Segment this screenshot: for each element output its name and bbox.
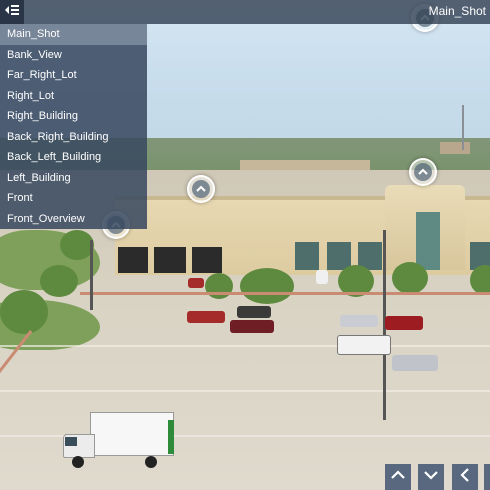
scene-menu-item-right-lot[interactable]: Right_Lot — [0, 86, 147, 107]
scene-menu-item-back-left-building[interactable]: Back_Left_Building — [0, 147, 147, 168]
chevron-left-icon — [459, 467, 471, 488]
top-bar: Main_Shot — [0, 0, 490, 24]
scene-hotspot-right-building[interactable] — [409, 158, 437, 186]
tree — [240, 268, 294, 304]
parked-car — [187, 311, 225, 323]
storefront-awning — [154, 247, 186, 273]
chevron-up-icon — [390, 468, 406, 486]
scene-menu-item-left-building[interactable]: Left_Building — [0, 168, 147, 189]
parked-car — [230, 320, 274, 333]
tree — [392, 262, 428, 294]
chevron-down-icon — [423, 468, 439, 486]
scene-menu-item-front[interactable]: Front — [0, 188, 147, 209]
nav-down-button[interactable] — [418, 464, 444, 490]
box-truck — [60, 412, 174, 468]
scene-hotspot-center[interactable] — [187, 175, 215, 203]
current-scene-title: Main_Shot — [428, 4, 486, 18]
scene-menu-item-right-building[interactable]: Right_Building — [0, 106, 147, 127]
scene-menu-item-bank-view[interactable]: Bank_View — [0, 45, 147, 66]
transmission-tower — [462, 105, 464, 150]
light-pole — [90, 240, 93, 310]
storefront-window — [295, 242, 319, 270]
scene-menu-item-far-right-lot[interactable]: Far_Right_Lot — [0, 65, 147, 86]
tree — [0, 290, 48, 334]
tree — [40, 265, 78, 297]
scene-list-menu: Main_Shot Bank_View Far_Right_Lot Right_… — [0, 24, 147, 229]
tower-window — [416, 212, 440, 270]
parked-car — [237, 306, 271, 318]
parked-car — [188, 278, 204, 288]
parked-car — [385, 316, 423, 330]
parked-car — [316, 270, 328, 284]
curb — [80, 292, 490, 295]
parking-stripe — [0, 390, 490, 392]
tree — [60, 230, 94, 260]
scene-menu-item-back-right-building[interactable]: Back_Right_Building — [0, 127, 147, 148]
parked-car — [340, 315, 378, 327]
distant-building — [440, 142, 470, 154]
chevron-up-icon — [192, 180, 210, 198]
parking-stripe — [0, 345, 490, 347]
scene-menu-item-main-shot[interactable]: Main_Shot — [0, 24, 147, 45]
chevron-up-icon — [414, 163, 432, 181]
parked-car — [337, 335, 391, 355]
menu-toggle-button[interactable] — [0, 0, 24, 24]
parked-car — [392, 355, 438, 371]
storefront-awning — [192, 247, 222, 273]
nav-left-button[interactable] — [452, 464, 478, 490]
nav-up-button[interactable] — [385, 464, 411, 490]
menu-collapse-icon — [4, 3, 20, 22]
tree — [205, 273, 233, 299]
scene-menu-item-front-overview[interactable]: Front_Overview — [0, 209, 147, 230]
nav-right-button[interactable] — [484, 464, 490, 490]
storefront-awning — [118, 247, 148, 273]
